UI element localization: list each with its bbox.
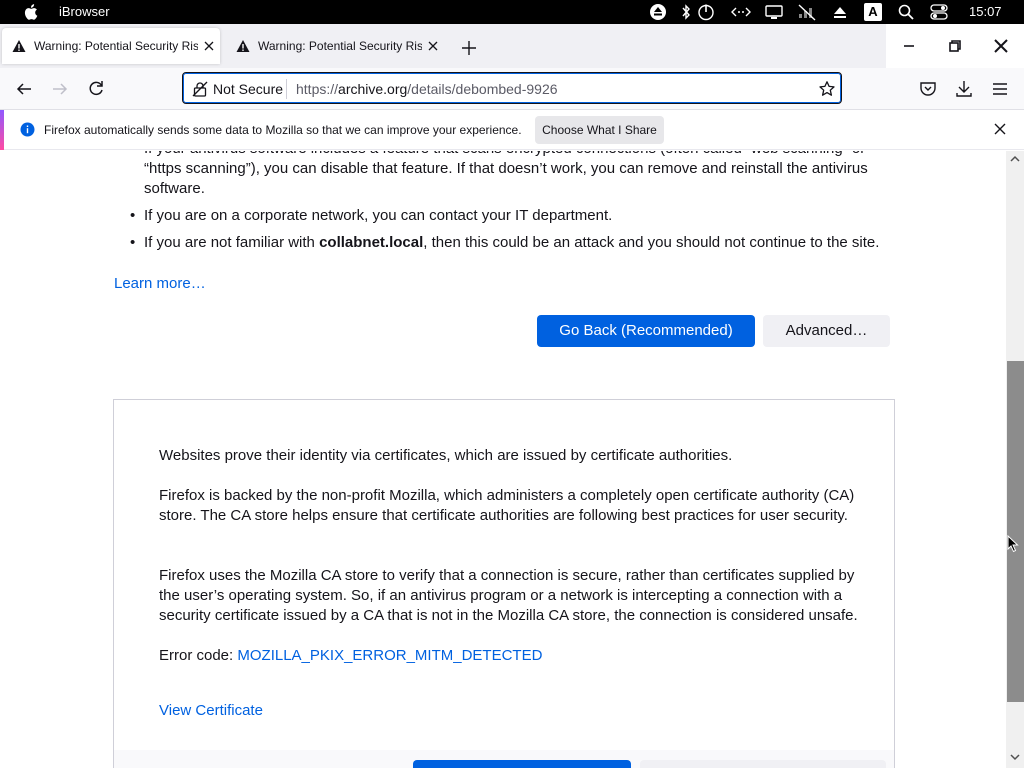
tab-strip: Warning: Potential Security Risk Ahead W…	[0, 24, 1024, 68]
power-icon[interactable]	[697, 3, 715, 21]
navigation-toolbar: Not Secure https://archive.org/details/d…	[0, 68, 1024, 110]
tab-close-icon[interactable]	[202, 39, 216, 53]
advice-list: If your antivirus software includes a fe…	[130, 151, 890, 260]
hostname: collabnet.local	[319, 234, 424, 251]
url-separator	[286, 79, 287, 99]
insecure-lock-icon[interactable]	[192, 81, 208, 97]
display-icon[interactable]	[765, 3, 783, 21]
view-certificate-link[interactable]: View Certificate	[159, 702, 263, 719]
apple-icon[interactable]	[22, 3, 38, 21]
muted-icon[interactable]	[797, 3, 817, 21]
pocket-icon[interactable]	[918, 79, 938, 99]
error-code-link[interactable]: MOZILLA_PKIX_ERROR_MITM_DETECTED	[237, 647, 542, 664]
url-text[interactable]: https://archive.org/details/debombed-992…	[296, 81, 558, 97]
back-arrow-icon[interactable]	[14, 79, 34, 99]
error-code-label: Error code:	[159, 647, 238, 664]
eject-icon[interactable]	[649, 3, 667, 21]
tab-close-icon[interactable]	[426, 39, 440, 53]
certificate-explanation: Websites prove their identity via certif…	[159, 447, 733, 464]
new-tab-plus-icon[interactable]	[459, 38, 479, 58]
tab-title: Warning: Potential Security Risk Ahead	[258, 39, 422, 53]
not-secure-label[interactable]: Not Secure	[213, 81, 283, 97]
reload-icon[interactable]	[86, 79, 106, 99]
tab-security-warning[interactable]: Warning: Potential Security Risk Ahead	[226, 24, 444, 68]
notification-accent	[0, 110, 4, 150]
list-item-text: , then this could be an attack and you s…	[423, 234, 880, 251]
page-content: If your antivirus software includes a fe…	[0, 151, 1006, 768]
list-item-text: If you are not familiar with	[144, 234, 320, 251]
go-back-button-secondary[interactable]	[413, 760, 631, 768]
url-domain: archive.org	[338, 81, 408, 97]
os-menu-bar: iBrowser A 15:07	[0, 0, 1024, 24]
remote-desktop-icon[interactable]	[731, 3, 751, 21]
accept-risk-button[interactable]	[640, 760, 886, 768]
warning-icon	[12, 40, 26, 52]
list-item: If you are on a corporate network, you c…	[130, 206, 890, 226]
address-bar[interactable]: Not Secure https://archive.org/details/d…	[182, 72, 842, 104]
info-icon	[20, 122, 35, 137]
tab-title: Warning: Potential Security Risk Ahead	[34, 39, 198, 53]
close-notification-icon[interactable]	[992, 121, 1008, 137]
bluetooth-icon[interactable]	[680, 3, 692, 21]
advanced-panel-footer	[114, 750, 894, 768]
upload-icon[interactable]	[832, 3, 848, 21]
list-item: If your antivirus software includes a fe…	[130, 151, 890, 199]
mozilla-ca-explanation: Firefox is backed by the non-profit Mozi…	[159, 487, 855, 524]
keyboard-input-icon[interactable]: A	[864, 3, 882, 21]
close-window-icon[interactable]	[993, 38, 1009, 54]
control-center-icon[interactable]	[929, 3, 949, 21]
restore-icon[interactable]	[947, 38, 963, 54]
list-item: If you are not familiar with collabnet.l…	[130, 233, 890, 253]
mouse-pointer-icon	[1007, 535, 1019, 553]
hamburger-menu-icon[interactable]	[990, 79, 1010, 99]
url-path: /details/debombed-9926	[407, 81, 558, 97]
mitm-explanation: Firefox uses the Mozilla CA store to ver…	[159, 567, 858, 624]
scroll-up-arrow-icon[interactable]	[1010, 154, 1020, 164]
go-back-button[interactable]: Go Back (Recommended)	[537, 315, 755, 347]
bookmark-star-icon[interactable]	[818, 80, 836, 98]
app-name[interactable]: iBrowser	[59, 4, 110, 19]
tab-security-warning-active[interactable]: Warning: Potential Security Risk Ahead	[2, 28, 220, 64]
telemetry-notification-bar: Firefox automatically sends some data to…	[0, 110, 1024, 150]
learn-more-link[interactable]: Learn more…	[114, 275, 206, 292]
downloads-icon[interactable]	[954, 79, 974, 99]
choose-what-i-share-button[interactable]: Choose What I Share	[535, 116, 664, 144]
notification-message: Firefox automatically sends some data to…	[44, 123, 522, 137]
scroll-down-arrow-icon[interactable]	[1010, 752, 1020, 762]
advanced-info-panel: Websites prove their identity via certif…	[113, 399, 895, 768]
warning-icon	[236, 40, 250, 52]
clock[interactable]: 15:07	[969, 4, 1002, 19]
url-scheme: https://	[296, 81, 339, 97]
forward-arrow-icon[interactable]	[50, 79, 70, 99]
minimize-icon[interactable]	[901, 38, 917, 54]
scrollbar-thumb[interactable]	[1007, 361, 1024, 702]
advanced-button[interactable]: Advanced…	[763, 315, 890, 347]
search-icon[interactable]	[897, 3, 915, 21]
error-code-line: Error code: MOZILLA_PKIX_ERROR_MITM_DETE…	[159, 646, 859, 666]
